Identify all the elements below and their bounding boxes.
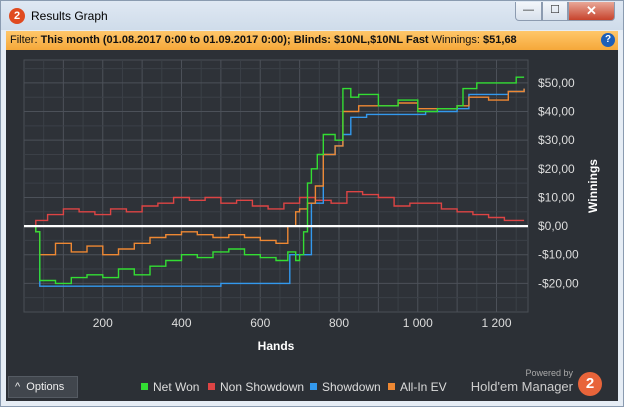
legend-label: All-In EV — [400, 380, 447, 394]
chevron-up-icon: ^ — [15, 381, 21, 393]
x-tick-label: 1 200 — [481, 316, 511, 330]
legend-label: Net Won — [153, 380, 200, 394]
y-axis-label: Winnings — [586, 159, 600, 213]
filter-label: Filter: — [10, 34, 41, 46]
legend-swatch — [310, 383, 317, 390]
y-tick-label: -$10,00 — [538, 248, 579, 262]
results-graph-window: 2 Results Graph — ☐ ✕ Filter: This month… — [0, 0, 624, 407]
x-tick-label: 400 — [171, 316, 191, 330]
options-button[interactable]: ^ Options — [8, 376, 78, 398]
filter-blinds: $10NL,$10NL Fast — [334, 34, 429, 46]
maximize-button[interactable]: ☐ — [542, 2, 568, 21]
filter-winnings: $51,68 — [483, 34, 517, 46]
filter-bar: Filter: This month (01.08.2017 0:00 to 0… — [6, 31, 618, 50]
legend-label: Showdown — [322, 380, 381, 394]
x-axis-label: Hands — [258, 339, 295, 353]
legend-label: Non Showdown — [220, 380, 305, 394]
window-title: Results Graph — [31, 9, 108, 23]
results-chart: 200 400 600 800 1 000 1 200 -$20,00 -$10,00 $0,0… — [23, 59, 600, 353]
x-tick-label: 200 — [93, 316, 113, 330]
x-tick-label: 800 — [329, 316, 349, 330]
title-bar[interactable]: 2 Results Graph — ☐ ✕ — [1, 1, 623, 30]
filter-date-range: This month (01.08.2017 0:00 to 01.09.201… — [40, 34, 287, 46]
legend-allin-ev[interactable]: All-In EV — [388, 380, 447, 394]
app-logo-icon: 2 — [9, 8, 25, 24]
legend-non-showdown[interactable]: Non Showdown — [208, 380, 304, 394]
legend-net-won[interactable]: Net Won — [141, 380, 199, 394]
brand-name: Hold'em Manager — [470, 379, 573, 394]
y-tick-label: $10,00 — [538, 190, 575, 204]
results-graph-panel: 200 400 600 800 1 000 1 200 -$20,00 -$10,00 $0,0… — [6, 50, 618, 401]
y-tick-label: $40,00 — [538, 105, 575, 119]
branding: Powered by Hold'em Manager 2 — [471, 368, 616, 398]
legend-swatch — [208, 383, 215, 390]
y-tick-label: $0,00 — [538, 219, 568, 233]
legend-swatch — [141, 383, 148, 390]
hem-logo-icon: 2 — [578, 372, 602, 396]
help-icon[interactable]: ? — [601, 33, 615, 47]
filter-winnings-label: Winnings: — [428, 34, 484, 46]
minimize-button[interactable]: — — [515, 2, 542, 21]
y-tick-label: $20,00 — [538, 162, 575, 176]
y-tick-label: -$20,00 — [538, 276, 579, 290]
x-tick-label: 1 000 — [403, 316, 433, 330]
y-tick-label: $50,00 — [538, 76, 575, 90]
close-button[interactable]: ✕ — [568, 2, 615, 21]
powered-by-text: Powered by — [525, 368, 573, 378]
legend-showdown[interactable]: Showdown — [310, 380, 381, 394]
options-label: Options — [26, 381, 65, 393]
y-tick-label: $30,00 — [538, 133, 575, 147]
legend-swatch — [388, 383, 395, 390]
filter-blinds-label: ; Blinds: — [286, 34, 335, 46]
x-tick-label: 600 — [250, 316, 270, 330]
